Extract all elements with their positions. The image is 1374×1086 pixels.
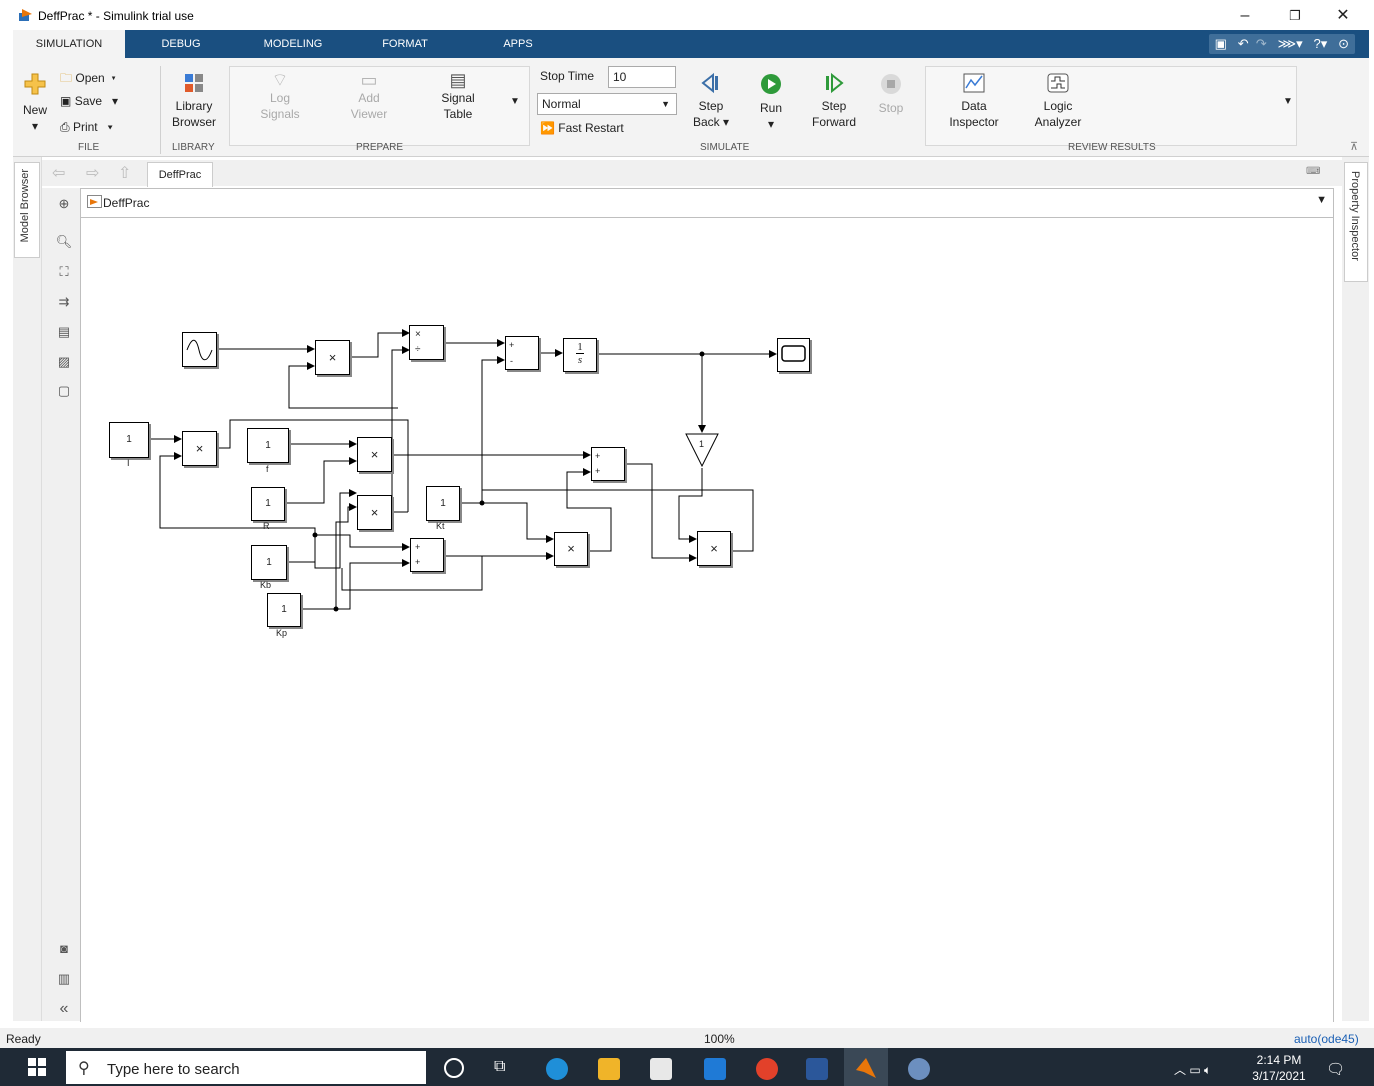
- constant-block-Kb[interactable]: 1: [251, 545, 287, 580]
- taskbar-search[interactable]: ⚲ Type here to search: [66, 1051, 426, 1084]
- search-placeholder: Type here to search: [107, 1061, 240, 1078]
- sum-plus-sign: +: [415, 542, 421, 552]
- product-block-5[interactable]: ×: [357, 495, 392, 530]
- system-tray-icons[interactable]: ︿ ▭ 🔈︎: [1174, 1061, 1211, 1078]
- constant-label-f: f: [266, 464, 269, 474]
- divide-mult-sign: ×: [415, 329, 421, 340]
- constant-block-f[interactable]: 1: [247, 428, 289, 463]
- scope-block[interactable]: [777, 338, 810, 372]
- sum-minus-sign: -: [510, 356, 513, 366]
- property-inspector-tab[interactable]: Property Inspector: [1344, 162, 1368, 282]
- sum-block-3[interactable]: + +: [410, 538, 444, 572]
- constant-label-Kp: Kp: [276, 628, 288, 638]
- right-panel-strip: [1342, 157, 1369, 1021]
- product-block-1[interactable]: ×: [315, 340, 350, 375]
- sum-plus-sign: +: [509, 340, 515, 350]
- paint-icon[interactable]: [908, 1058, 930, 1080]
- cortana-icon[interactable]: [444, 1058, 464, 1078]
- scope-icon: [781, 345, 806, 362]
- constant-block-R[interactable]: 1: [251, 487, 285, 521]
- notifications-icon[interactable]: 🗨︎: [1326, 1060, 1345, 1078]
- clock-date: 3/17/2021: [1252, 1069, 1306, 1083]
- signal-lines: [147, 329, 777, 610]
- gain-value: 1: [699, 439, 705, 449]
- constant-label-R: R: [263, 521, 270, 531]
- status-text: Ready: [6, 1032, 41, 1046]
- zoom-level[interactable]: 100%: [704, 1032, 735, 1046]
- search-icon: ⚲: [78, 1060, 90, 1077]
- task-view-icon[interactable]: ⧉: [494, 1058, 505, 1076]
- store-icon[interactable]: [650, 1058, 672, 1080]
- chrome-icon[interactable]: [756, 1058, 778, 1080]
- constant-block-Kp[interactable]: 1: [267, 593, 301, 627]
- constant-block-Kt[interactable]: 1: [426, 486, 460, 521]
- product-block-6[interactable]: ×: [554, 532, 588, 566]
- sum-block-1[interactable]: + -: [505, 336, 539, 370]
- mail-icon[interactable]: [704, 1058, 726, 1080]
- sum-plus-sign: +: [595, 451, 601, 461]
- integrator-numerator: 1: [576, 341, 584, 354]
- sum-plus-sign: +: [595, 466, 601, 476]
- gain-block[interactable]: 1: [685, 433, 719, 468]
- product-block-2[interactable]: ×: [182, 431, 217, 466]
- status-bar: Ready 100% auto(ode45): [0, 1028, 1374, 1048]
- branch-points: [312, 351, 705, 612]
- clock[interactable]: 2:14 PM 3/17/2021: [1252, 1052, 1306, 1084]
- constant-block-I[interactable]: 1: [109, 422, 149, 458]
- sum-block-2[interactable]: + +: [591, 447, 625, 481]
- windows-start-icon[interactable]: [28, 1058, 46, 1079]
- sum-plus-sign: +: [415, 557, 421, 567]
- constant-label-Kb: Kb: [260, 580, 272, 590]
- matlab-icon: [856, 1058, 876, 1078]
- block-diagram: [147, 329, 777, 612]
- sine-wave-block[interactable]: [182, 332, 217, 367]
- integrator-denominator: s: [577, 354, 583, 366]
- product-block-3[interactable]: ×: [357, 437, 392, 472]
- divide-div-sign: ÷: [415, 344, 421, 355]
- matlab-taskbar-item[interactable]: [844, 1048, 888, 1086]
- solver-link[interactable]: auto(ode45): [1294, 1032, 1359, 1046]
- integrator-block[interactable]: 1 s: [563, 338, 597, 372]
- constant-label-Kt: Kt: [436, 521, 445, 531]
- clock-time: 2:14 PM: [1256, 1053, 1302, 1067]
- edge-icon[interactable]: [546, 1058, 568, 1080]
- constant-label-I: I: [127, 458, 130, 468]
- sine-wave-icon: [186, 339, 213, 361]
- word-icon[interactable]: [806, 1058, 828, 1080]
- file-explorer-icon[interactable]: [598, 1058, 620, 1080]
- divide-block[interactable]: × ÷: [409, 325, 444, 360]
- product-block-4[interactable]: ×: [697, 531, 731, 566]
